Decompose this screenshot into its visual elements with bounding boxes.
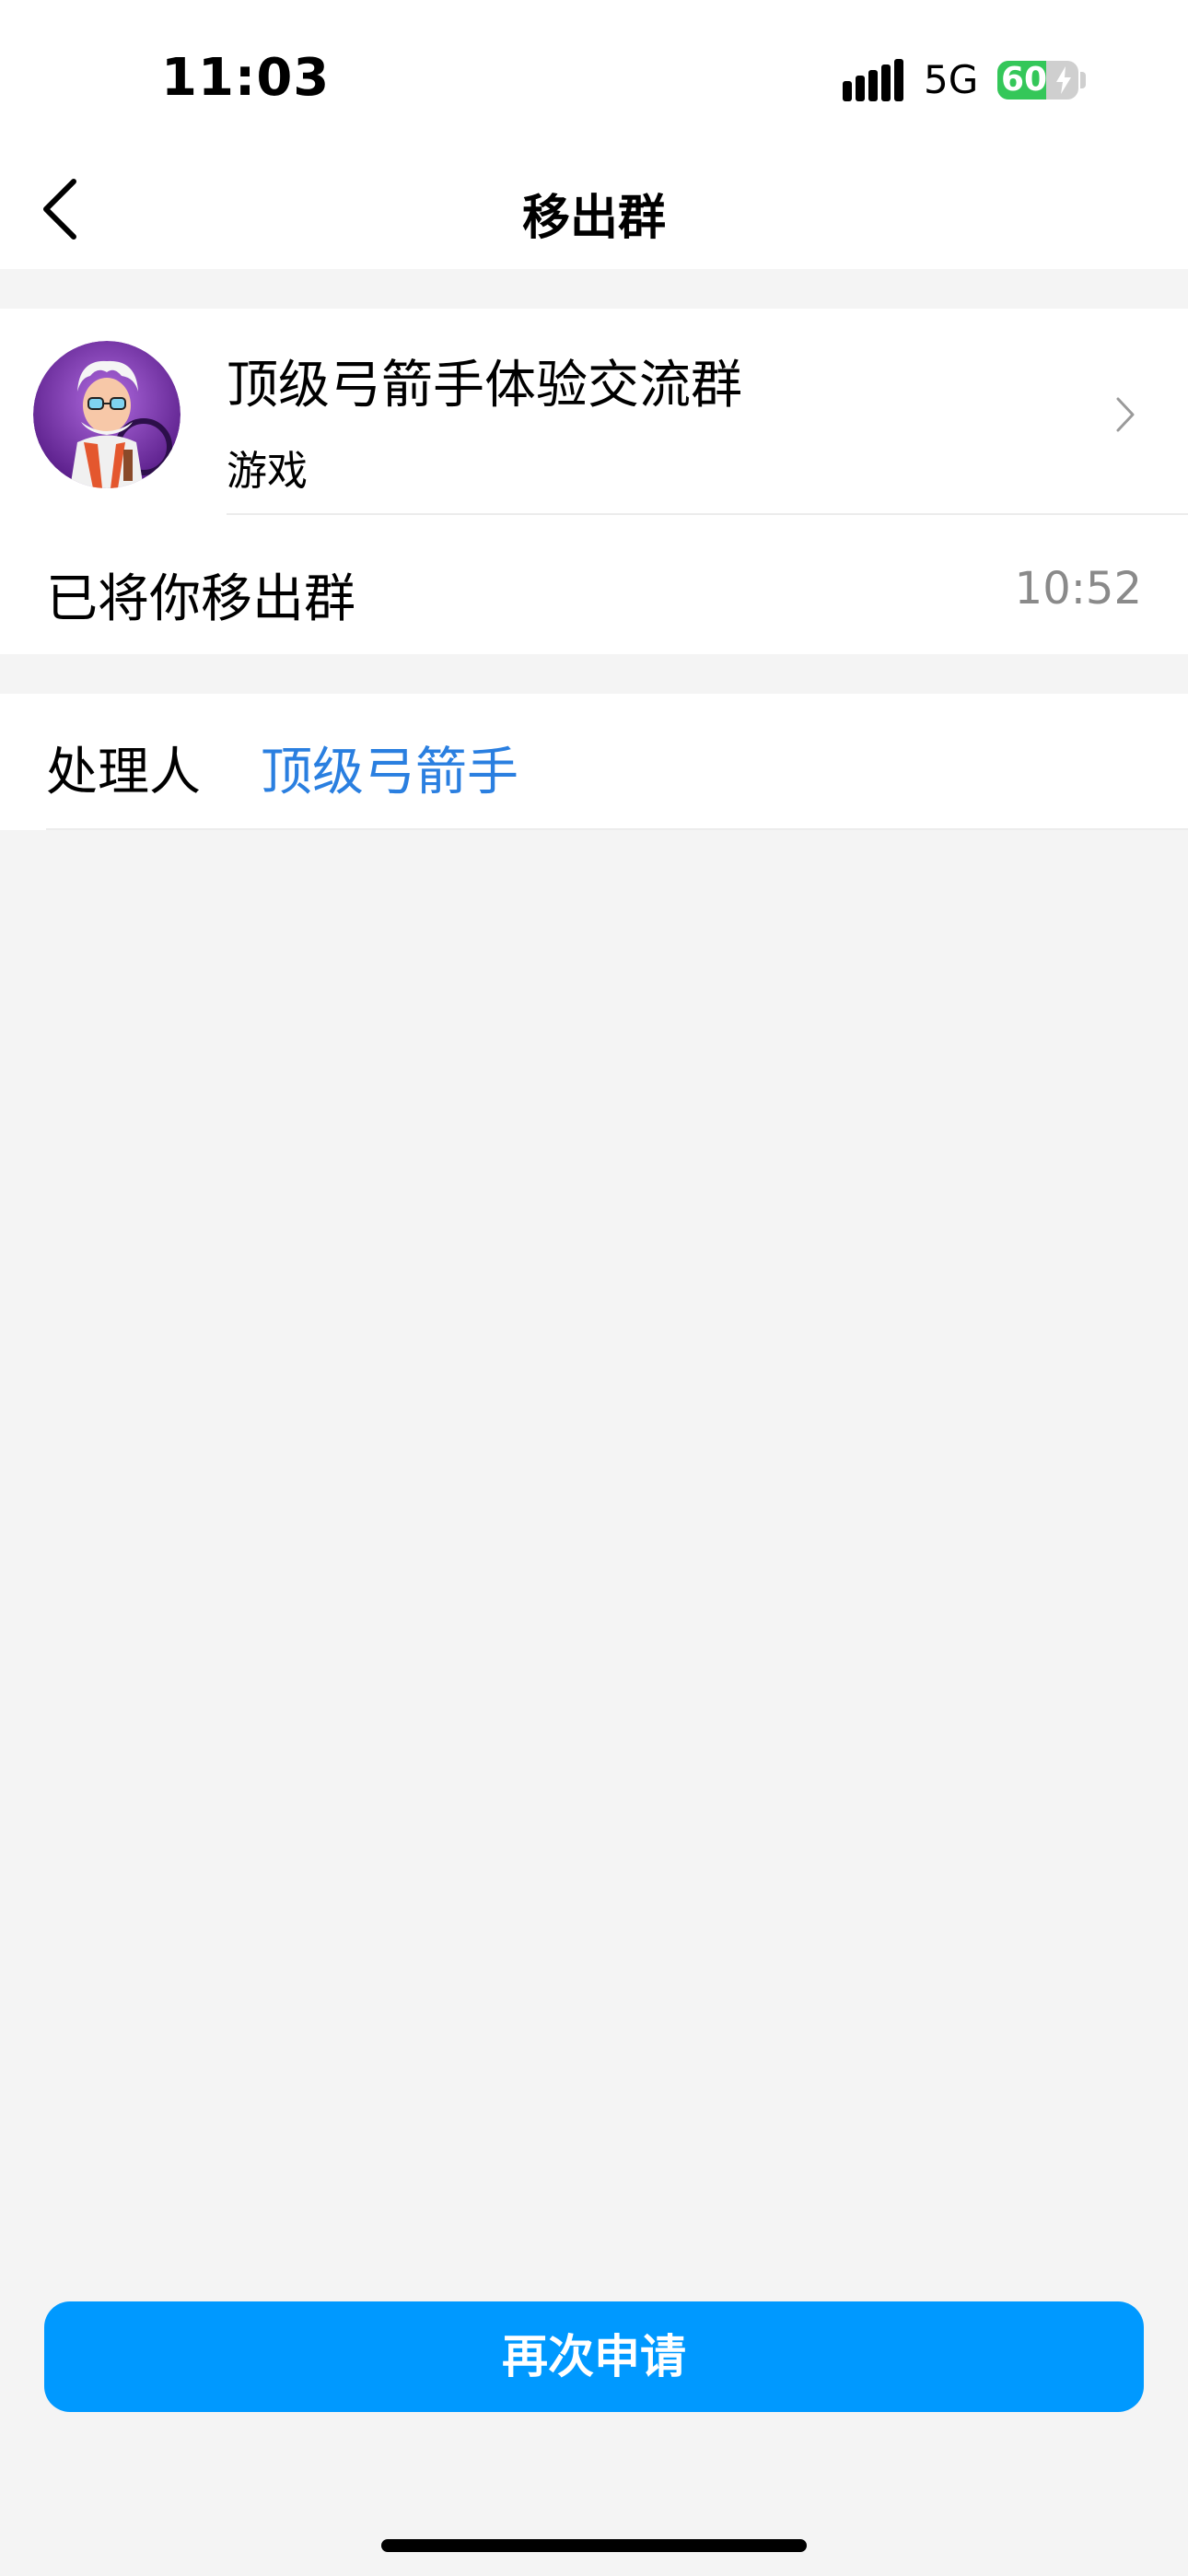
divider (227, 513, 1188, 515)
cartoon-scientist-avatar (33, 341, 181, 488)
page-title: 移出群 (521, 191, 666, 246)
handler-label: 处理人 (46, 743, 201, 802)
group-category: 游戏 (227, 448, 308, 495)
group-name: 顶级弓箭手体验交流群 (227, 356, 742, 416)
handler-row: 处理人 顶级弓箭手 (0, 694, 1188, 830)
home-indicator[interactable] (381, 2539, 807, 2552)
group-avatar (33, 341, 181, 488)
network-type: 5G (924, 57, 979, 102)
group-info-card[interactable]: 顶级弓箭手体验交流群 游戏 已将你移出群 10:52 (0, 309, 1188, 654)
reapply-button[interactable]: 再次申请 (44, 2301, 1144, 2412)
divider (46, 828, 1188, 830)
charging-bolt-icon (1056, 66, 1071, 94)
handler-name-link[interactable]: 顶级弓箭手 (261, 731, 518, 805)
message-time: 10:52 (1014, 563, 1142, 615)
cellular-signal-icon (843, 59, 903, 101)
chevron-right-icon (1116, 397, 1135, 432)
battery-icon: 60 (997, 61, 1078, 100)
removal-message: 已将你移出群 (46, 569, 355, 629)
battery-cap (1080, 72, 1086, 88)
status-time: 11:03 (161, 48, 331, 108)
battery-percent: 60 (1001, 61, 1048, 99)
status-bar: 11:03 5G 60 (0, 0, 1188, 149)
navigation-bar: 移出群 (0, 149, 1188, 269)
